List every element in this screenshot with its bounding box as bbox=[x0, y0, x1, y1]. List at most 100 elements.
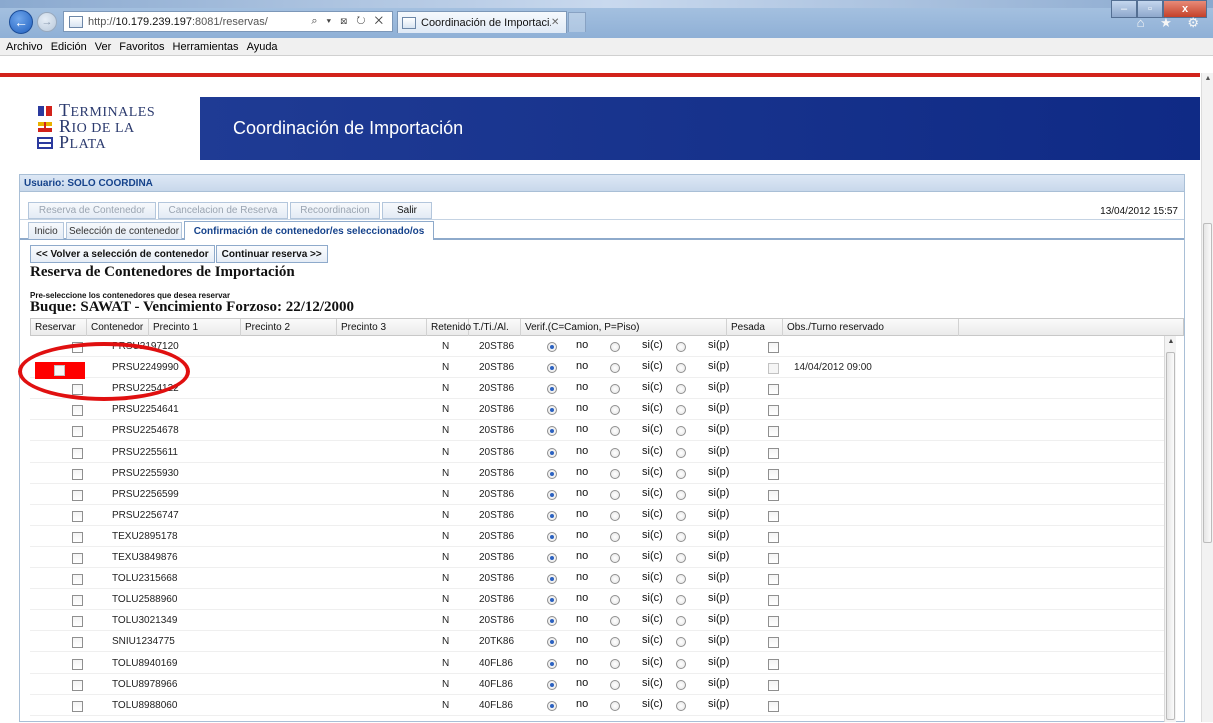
verif-radio-no[interactable] bbox=[547, 616, 557, 627]
pesada-checkbox[interactable] bbox=[768, 510, 779, 522]
verif-radio-si-c[interactable] bbox=[610, 405, 620, 416]
verif-radio-si-c[interactable] bbox=[610, 658, 620, 669]
minimize-button[interactable]: – bbox=[1111, 0, 1137, 18]
col-verificacion[interactable]: Verif.(C=Camion, P=Piso) bbox=[521, 319, 727, 336]
reservar-checkbox[interactable] bbox=[72, 447, 83, 459]
verif-radio-no[interactable] bbox=[547, 574, 557, 585]
back-button[interactable]: ← bbox=[9, 10, 33, 34]
reservar-checkbox[interactable] bbox=[72, 405, 83, 417]
verif-radio-si-c[interactable] bbox=[610, 384, 620, 395]
verif-radio-si-c[interactable] bbox=[610, 426, 620, 437]
verif-radio-si-p[interactable] bbox=[676, 468, 686, 479]
pesada-checkbox[interactable] bbox=[768, 531, 779, 543]
tab-inicio[interactable]: Inicio bbox=[28, 222, 64, 239]
verif-radio-si-c[interactable] bbox=[610, 553, 620, 563]
menu-ayuda[interactable]: Ayuda bbox=[247, 41, 278, 53]
pesada-checkbox[interactable] bbox=[768, 679, 779, 691]
verif-radio-no[interactable] bbox=[547, 658, 557, 669]
pesada-checkbox[interactable] bbox=[768, 489, 779, 501]
verif-radio-si-c[interactable] bbox=[610, 468, 620, 479]
verif-radio-si-c[interactable] bbox=[610, 700, 620, 711]
verif-radio-si-p[interactable] bbox=[676, 658, 686, 669]
menu-archivo[interactable]: Archivo bbox=[6, 41, 43, 53]
reservar-checkbox[interactable] bbox=[72, 342, 83, 353]
reservar-checkbox[interactable] bbox=[72, 658, 83, 670]
tab-close-icon[interactable]: ✕ bbox=[551, 17, 559, 28]
verif-radio-si-c[interactable] bbox=[610, 616, 620, 627]
verif-radio-no[interactable] bbox=[547, 637, 557, 648]
pesada-checkbox[interactable] bbox=[768, 574, 779, 586]
verif-radio-no[interactable] bbox=[547, 531, 557, 542]
pesada-checkbox[interactable] bbox=[768, 426, 779, 438]
cancelacion-reserva-button[interactable]: Cancelacion de Reserva bbox=[158, 202, 288, 219]
verif-radio-si-p[interactable] bbox=[676, 679, 686, 690]
verif-radio-si-c[interactable] bbox=[610, 531, 620, 542]
grid-scroll-thumb[interactable] bbox=[1166, 352, 1175, 720]
home-favorites-tools-icons[interactable]: ⌂ ★ ⚙ bbox=[1137, 15, 1205, 31]
continuar-reserva-button[interactable]: Continuar reserva >> bbox=[215, 245, 328, 263]
grid-scroll-up-icon[interactable]: ▲ bbox=[1165, 338, 1177, 345]
verif-radio-no[interactable] bbox=[547, 679, 557, 690]
verif-radio-si-c[interactable] bbox=[610, 489, 620, 500]
pesada-checkbox[interactable] bbox=[768, 447, 779, 459]
reservar-checkbox[interactable] bbox=[72, 637, 83, 649]
verif-radio-no[interactable] bbox=[547, 342, 557, 352]
pesada-checkbox[interactable] bbox=[768, 658, 779, 670]
verif-radio-si-c[interactable] bbox=[610, 637, 620, 648]
verif-radio-si-c[interactable] bbox=[610, 595, 620, 606]
verif-radio-si-p[interactable] bbox=[676, 384, 686, 395]
pesada-checkbox[interactable] bbox=[768, 595, 779, 607]
verif-radio-si-p[interactable] bbox=[676, 426, 686, 437]
reservar-checkbox[interactable] bbox=[72, 679, 83, 691]
verif-radio-si-c[interactable] bbox=[610, 510, 620, 521]
col-precinto-2[interactable]: Precinto 2 bbox=[241, 319, 337, 336]
col-contenedor[interactable]: Contenedor bbox=[87, 319, 149, 336]
verif-radio-si-p[interactable] bbox=[676, 510, 686, 521]
menu-herramientas[interactable]: Herramientas bbox=[173, 41, 239, 53]
col-pesada[interactable]: Pesada bbox=[727, 319, 783, 336]
verif-radio-no[interactable] bbox=[547, 553, 557, 563]
verif-radio-si-p[interactable] bbox=[676, 595, 686, 606]
reservar-checkbox[interactable] bbox=[72, 574, 83, 586]
col-precinto-1[interactable]: Precinto 1 bbox=[149, 319, 241, 336]
verif-radio-si-p[interactable] bbox=[676, 700, 686, 711]
verif-radio-no[interactable] bbox=[547, 595, 557, 606]
verif-radio-si-p[interactable] bbox=[676, 363, 686, 374]
verif-radio-si-p[interactable] bbox=[676, 574, 686, 585]
pesada-checkbox[interactable] bbox=[768, 405, 779, 417]
col-precinto-3[interactable]: Precinto 3 bbox=[337, 319, 427, 336]
pesada-checkbox[interactable] bbox=[768, 637, 779, 649]
address-bar[interactable]: http://10.179.239.197:8081/reservas/ ⌕ ▾… bbox=[63, 11, 393, 32]
col-reservar[interactable]: Reservar bbox=[31, 319, 87, 336]
col-retenido[interactable]: Retenido bbox=[427, 319, 471, 336]
pesada-checkbox[interactable] bbox=[768, 616, 779, 628]
reservar-checkbox[interactable] bbox=[72, 426, 83, 438]
salir-button[interactable]: Salir bbox=[382, 202, 432, 219]
verif-radio-si-p[interactable] bbox=[676, 531, 686, 542]
tab-confirmacion[interactable]: Confirmación de contenedor/es selecciona… bbox=[184, 221, 434, 240]
pesada-checkbox[interactable] bbox=[768, 468, 779, 480]
verif-radio-si-c[interactable] bbox=[610, 342, 620, 352]
reservar-checkbox[interactable] bbox=[72, 700, 83, 712]
recoordinacion-button[interactable]: Recoordinacion bbox=[290, 202, 380, 219]
verif-radio-no[interactable] bbox=[547, 489, 557, 500]
new-tab-button[interactable] bbox=[568, 12, 586, 32]
forward-button[interactable]: → bbox=[37, 12, 57, 32]
reservar-checkbox[interactable] bbox=[72, 595, 83, 607]
verif-radio-si-p[interactable] bbox=[676, 447, 686, 458]
pesada-checkbox[interactable] bbox=[768, 553, 779, 564]
scroll-up-icon[interactable]: ▲ bbox=[1202, 73, 1213, 85]
verif-radio-no[interactable] bbox=[547, 426, 557, 437]
verif-radio-si-c[interactable] bbox=[610, 679, 620, 690]
reservar-checkbox[interactable] bbox=[72, 468, 83, 480]
reservar-checkbox[interactable] bbox=[72, 531, 83, 543]
verif-radio-si-p[interactable] bbox=[676, 553, 686, 563]
pesada-checkbox[interactable] bbox=[768, 384, 779, 396]
verif-radio-si-p[interactable] bbox=[676, 405, 686, 416]
browser-tab-active[interactable]: Coordinación de Importaci... ✕ bbox=[397, 11, 567, 33]
reservar-checkbox[interactable] bbox=[72, 384, 83, 396]
verif-radio-si-c[interactable] bbox=[610, 363, 620, 374]
verif-radio-no[interactable] bbox=[547, 468, 557, 479]
tab-seleccion-contenedor[interactable]: Selección de contenedor bbox=[66, 222, 182, 239]
col-tipo[interactable]: T./Ti./Al. bbox=[469, 319, 521, 336]
